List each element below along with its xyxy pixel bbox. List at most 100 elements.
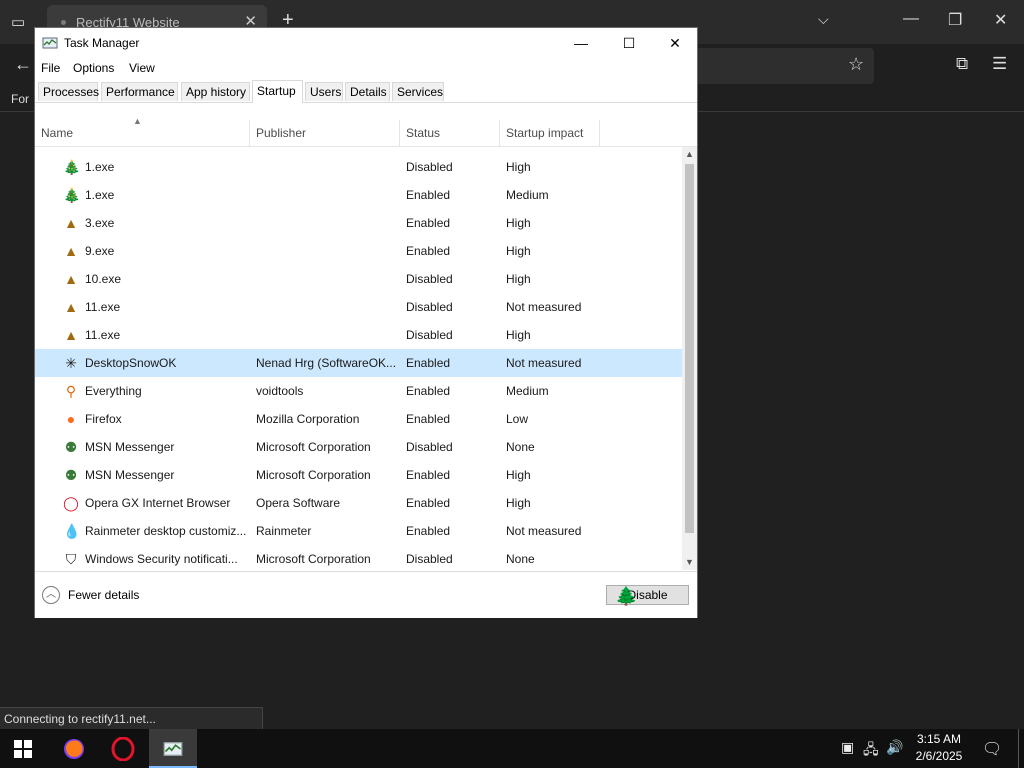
row-startup-impact: Medium <box>506 384 549 398</box>
tab-services[interactable]: Services <box>392 82 444 101</box>
table-row[interactable]: 🎄 1.exe Disabled High <box>35 153 682 181</box>
table-row[interactable]: 🎄 1.exe Enabled Medium <box>35 181 682 209</box>
row-name: MSN Messenger <box>85 468 175 482</box>
taskbar-opera[interactable] <box>100 729 146 768</box>
row-status: Disabled <box>406 160 453 174</box>
table-row[interactable]: ● Firefox Mozilla Corporation Enabled Low <box>35 405 682 433</box>
tab-startup[interactable]: Startup <box>252 80 303 103</box>
tab-details[interactable]: Details <box>345 82 390 101</box>
table-row[interactable]: ▲ 11.exe Disabled Not measured <box>35 293 682 321</box>
table-row[interactable]: ⛉ Windows Security notificati... Microsoft… <box>35 545 682 570</box>
tree-cursor-icon: 🌲 <box>615 586 638 606</box>
tab-overview-icon[interactable]: ▭ <box>11 13 25 31</box>
row-name: Everything <box>85 384 142 398</box>
column-divider[interactable] <box>599 120 600 146</box>
table-row[interactable]: ▲ 10.exe Disabled High <box>35 265 682 293</box>
tab-users[interactable]: Users <box>305 82 343 101</box>
msn-icon: ⚉ <box>64 439 78 455</box>
list-tabs-chevron-icon[interactable]: ⌵ <box>818 11 829 28</box>
browser-restore-icon[interactable]: ❐ <box>948 10 962 30</box>
row-status: Disabled <box>406 272 453 286</box>
row-name: 11.exe <box>85 328 121 342</box>
row-startup-impact: High <box>506 244 531 258</box>
table-row[interactable]: 💧 Rainmeter desktop customiz... Rainmeter E… <box>35 517 682 545</box>
network-icon[interactable]: 🖧 <box>863 739 879 763</box>
table-row[interactable]: ⚉ MSN Messenger Microsoft Corporation Enabl… <box>35 461 682 489</box>
menu-file[interactable]: File <box>41 61 60 75</box>
firefox-icon: ● <box>66 411 76 427</box>
tree-green-icon: 🎄 <box>63 187 81 203</box>
menu-options[interactable]: Options <box>73 61 114 75</box>
row-startup-impact: None <box>506 440 535 454</box>
scroll-down-icon[interactable]: ▼ <box>682 555 697 570</box>
window-title: Task Manager <box>64 36 140 50</box>
row-status: Enabled <box>406 384 451 398</box>
snowflake-icon: ✳ <box>65 355 77 371</box>
app-menu-icon[interactable]: ☰ <box>992 54 1007 74</box>
row-name: 11.exe <box>85 300 121 314</box>
clock[interactable]: 3:15 AM 2/6/2025 <box>896 731 982 765</box>
tab-loading-icon <box>61 20 66 25</box>
column-divider[interactable] <box>249 120 250 146</box>
url-bar[interactable] <box>684 48 874 84</box>
minimize-button[interactable]: — <box>558 30 604 56</box>
tray-app-icon[interactable]: ▣ <box>841 739 854 756</box>
tab-app-history[interactable]: App history <box>181 82 250 101</box>
start-button[interactable] <box>0 729 46 768</box>
notification-icon[interactable]: 🗨 <box>982 739 1002 759</box>
table-row[interactable]: ⚉ MSN Messenger Microsoft Corporation Disab… <box>35 433 682 461</box>
taskbar-firefox[interactable] <box>51 729 97 768</box>
fewer-details-link[interactable]: Fewer details <box>68 588 139 602</box>
show-desktop-button[interactable] <box>1018 729 1019 768</box>
msn-icon: ⚉ <box>64 467 78 483</box>
browser-minimize-icon[interactable]: — <box>903 10 919 28</box>
table-row[interactable]: ◯ Opera GX Internet Browser Opera Software… <box>35 489 682 517</box>
maximize-button[interactable]: ☐ <box>606 30 652 56</box>
row-startup-impact: Low <box>506 412 529 426</box>
column-status[interactable]: Status <box>406 126 440 140</box>
taskbar: ▣ 🖧 🔊 3:15 AM 2/6/2025 🗨 <box>0 729 1024 768</box>
table-row[interactable]: ✳ DesktopSnowOK Nenad Hrg (SoftwareOK... En… <box>35 349 682 377</box>
column-divider[interactable] <box>399 120 400 146</box>
row-publisher: Microsoft Corporation <box>256 468 371 482</box>
row-startup-impact: High <box>506 328 531 342</box>
menu-view[interactable]: View <box>129 61 155 75</box>
column-startup-impact[interactable]: Startup impact <box>506 126 583 140</box>
scrollbar-thumb[interactable] <box>685 164 694 533</box>
task-manager-icon <box>163 741 183 756</box>
table-row[interactable]: ▲ 3.exe Enabled High <box>35 209 682 237</box>
row-status: Enabled <box>406 216 451 230</box>
back-arrow-icon[interactable]: ← <box>14 54 32 75</box>
windows-logo-icon <box>14 739 32 758</box>
table-row[interactable]: ▲ 11.exe Disabled High <box>35 321 682 349</box>
title-bar[interactable]: Task Manager — ☐ ✕ <box>35 28 697 58</box>
row-status: Disabled <box>406 328 453 342</box>
close-button[interactable]: ✕ <box>652 30 698 56</box>
chevron-up-circle-icon[interactable]: ︿ <box>42 586 60 604</box>
row-publisher: Nenad Hrg (SoftwareOK... <box>256 356 397 370</box>
extensions-icon[interactable]: ⧉ <box>956 54 968 74</box>
column-headers: ▲ Name Publisher Status Startup impact <box>35 102 697 147</box>
vertical-scrollbar[interactable]: ▲ ▼ <box>682 147 697 570</box>
row-publisher: Rainmeter <box>256 524 312 538</box>
row-startup-impact: None <box>506 552 535 566</box>
table-row[interactable]: ⚲ Everything voidtools Enabled Medium <box>35 377 682 405</box>
row-name: DesktopSnowOK <box>85 356 177 370</box>
taskbar-task-manager[interactable] <box>149 729 197 768</box>
row-publisher: Mozilla Corporation <box>256 412 360 426</box>
row-publisher: voidtools <box>256 384 304 398</box>
row-startup-impact: High <box>506 160 531 174</box>
tab-processes[interactable]: Processes <box>38 82 99 101</box>
column-publisher[interactable]: Publisher <box>256 126 306 140</box>
bookmark-star-icon[interactable]: ☆ <box>848 54 864 75</box>
row-startup-impact: High <box>506 216 531 230</box>
column-divider[interactable] <box>499 120 500 146</box>
row-name: Rainmeter desktop customiz... <box>85 524 247 538</box>
bookmark-item[interactable]: For <box>11 92 29 106</box>
table-row[interactable]: ▲ 9.exe Enabled High <box>35 237 682 265</box>
row-startup-impact: High <box>506 272 531 286</box>
browser-close-icon[interactable]: ✕ <box>994 10 1007 30</box>
column-name[interactable]: Name <box>41 126 73 140</box>
tab-performance[interactable]: Performance <box>101 82 178 101</box>
scroll-up-icon[interactable]: ▲ <box>682 147 697 162</box>
